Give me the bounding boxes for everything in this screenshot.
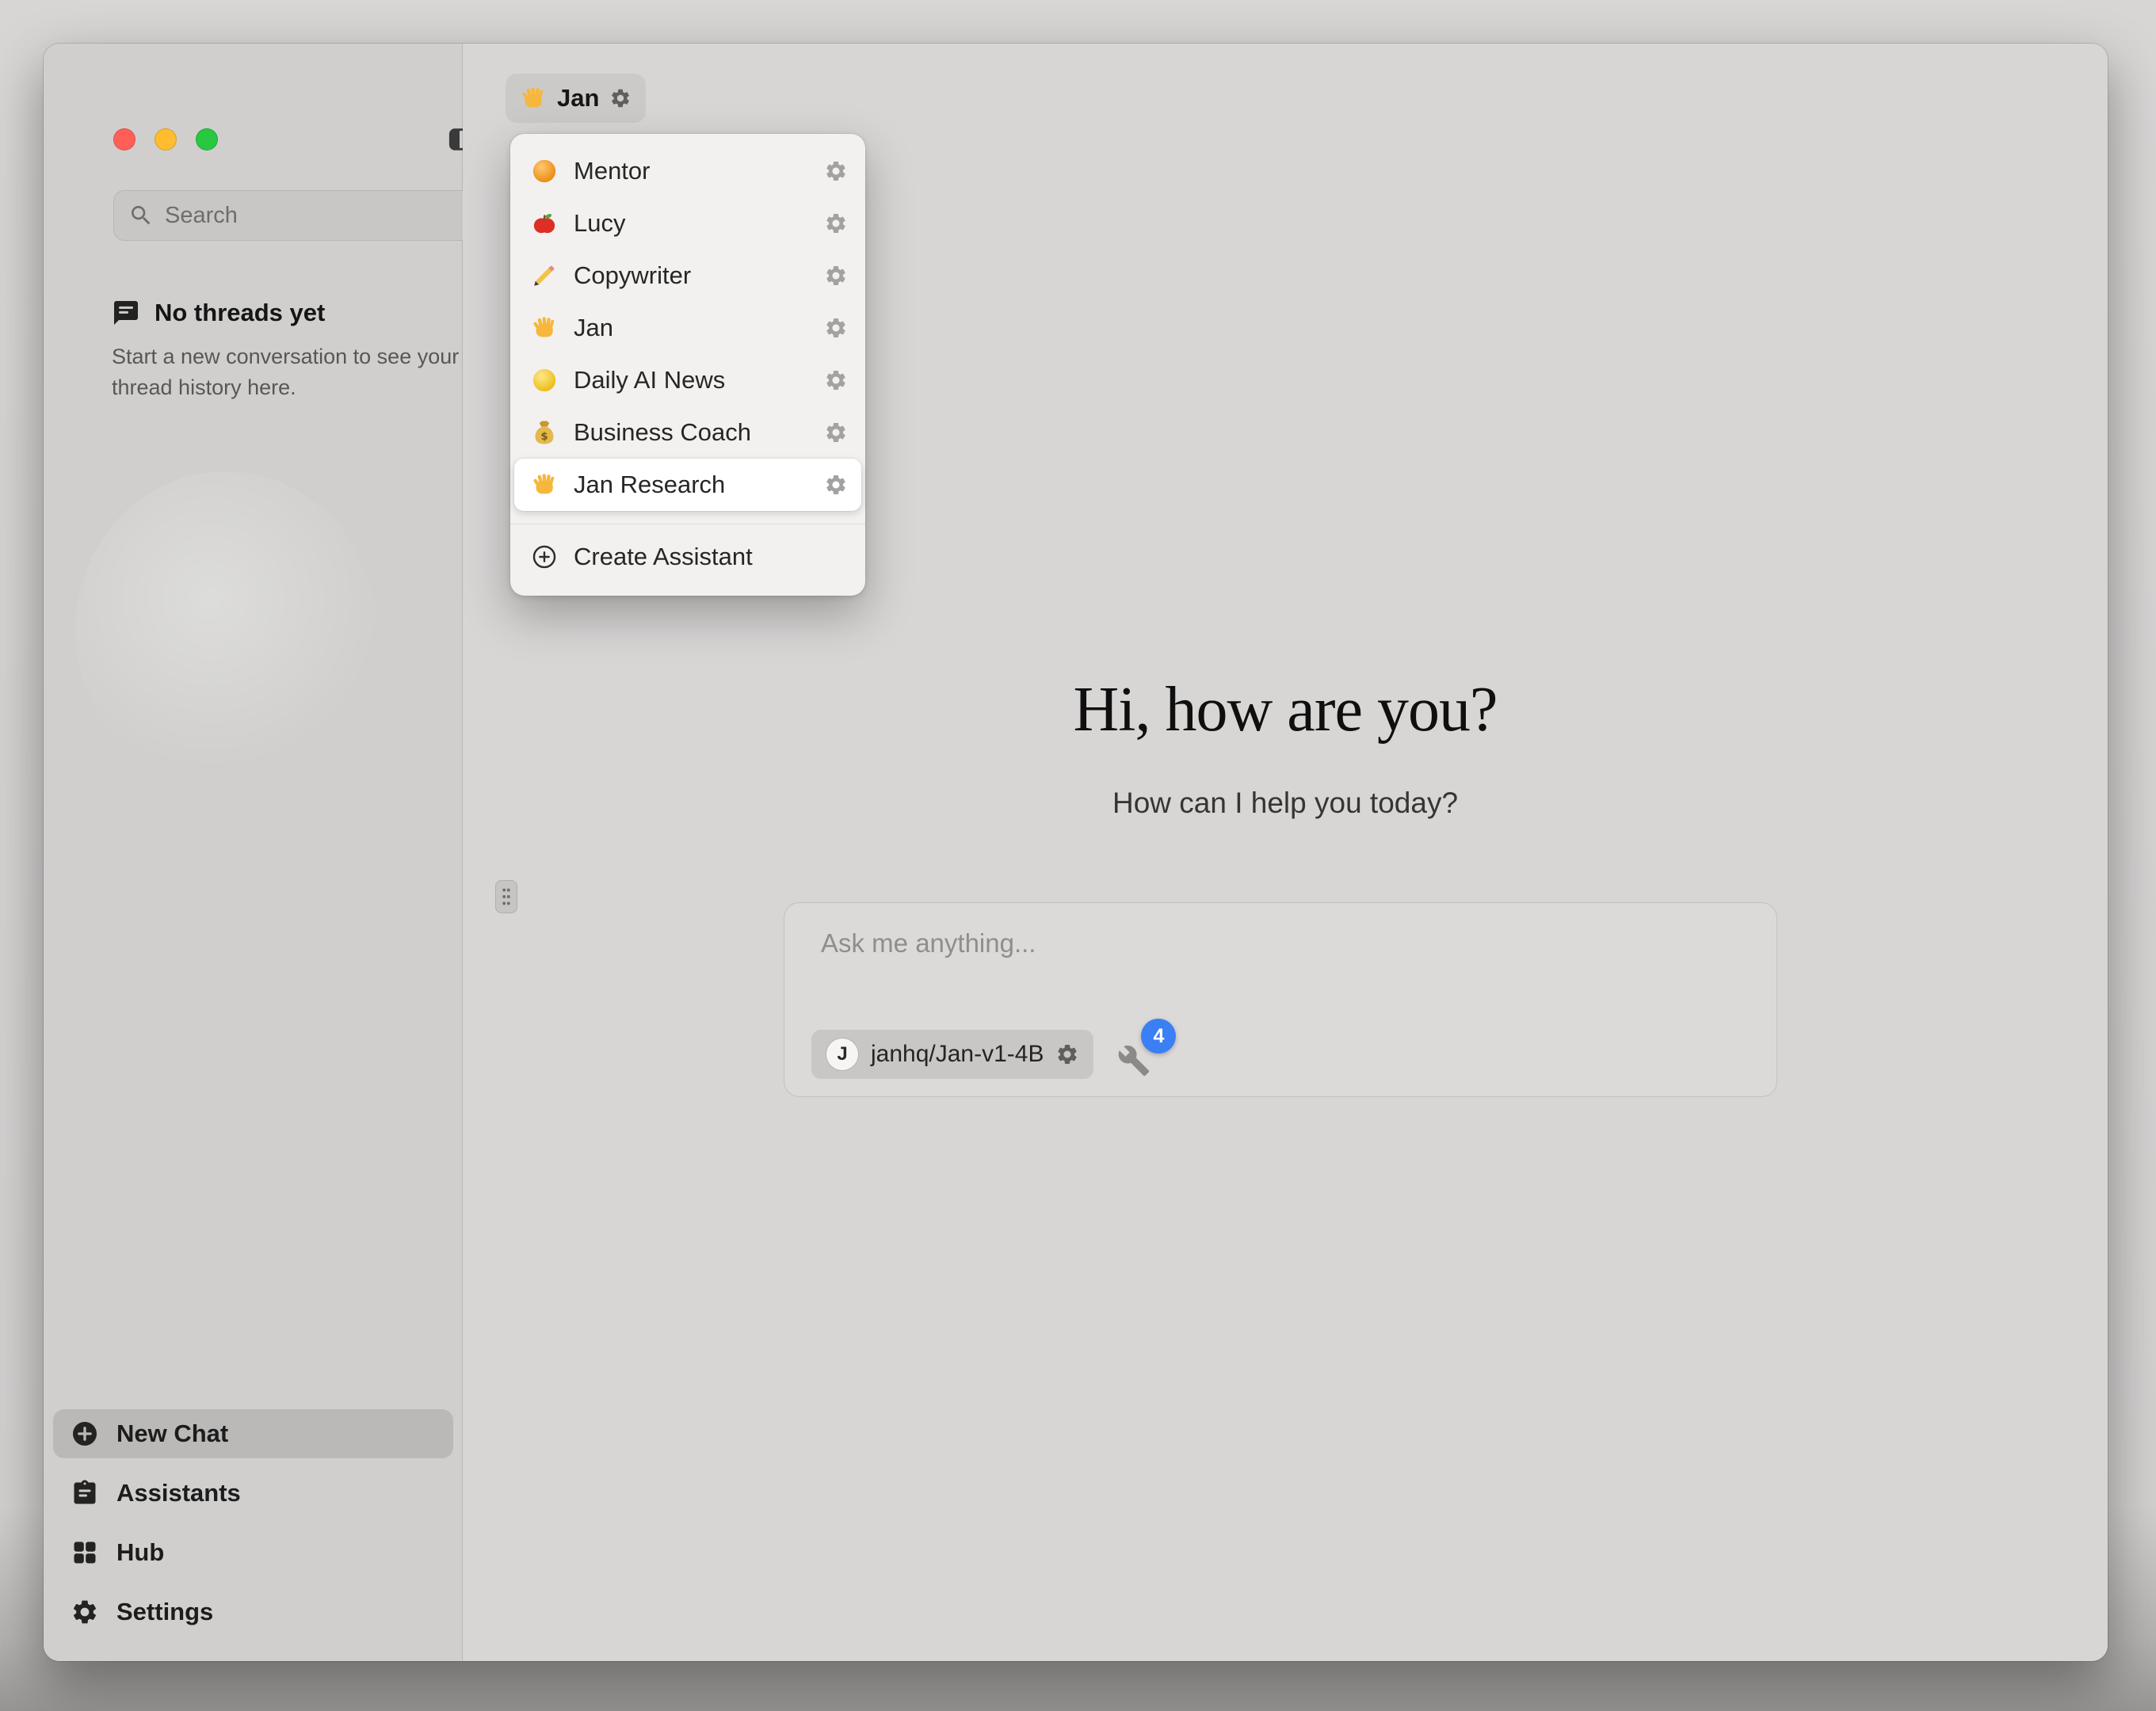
assistant-settings-icon[interactable] (824, 159, 848, 183)
assistant-menu-item-business-coach[interactable]: $ Business Coach (510, 406, 865, 459)
sidebar-resize-handle[interactable] (495, 880, 517, 913)
empty-state-description: Start a new conversation to see your thr… (112, 341, 468, 403)
model-avatar: J (826, 1038, 859, 1071)
assistant-menu-label: Mentor (574, 157, 808, 185)
yellow-circle-icon (531, 367, 558, 394)
wave-icon (520, 85, 547, 112)
assistant-menu-item-jan-research[interactable]: Jan Research (514, 459, 861, 511)
sidebar-item-assistants[interactable]: Assistants (53, 1469, 453, 1518)
minimize-button[interactable] (155, 128, 177, 151)
assistant-settings-icon[interactable] (824, 264, 848, 288)
money-bag-icon: $ (531, 419, 558, 446)
sidebar-item-settings[interactable]: Settings (53, 1587, 453, 1637)
greeting-title: Hi, how are you? (463, 674, 2108, 746)
nav-label: Settings (116, 1598, 213, 1626)
chat-input[interactable] (821, 928, 1740, 984)
tools-button[interactable]: 4 (1117, 1031, 1163, 1077)
assistant-settings-icon[interactable] (824, 473, 848, 497)
wrench-icon (1117, 1044, 1151, 1077)
create-assistant-label: Create Assistant (574, 543, 848, 571)
assistant-menu-item-copywriter[interactable]: Copywriter (510, 250, 865, 302)
assistant-settings-icon[interactable] (824, 368, 848, 392)
search-icon (128, 203, 154, 228)
assistant-menu-label: Copywriter (574, 261, 808, 290)
assistant-settings-icon[interactable] (824, 421, 848, 444)
create-assistant-button[interactable]: Create Assistant (510, 531, 865, 583)
sidebar: No threads yet Start a new conversation … (44, 44, 463, 1661)
grid-icon (71, 1538, 99, 1567)
assistant-menu-label: Daily AI News (574, 366, 808, 394)
pencil-icon (531, 262, 558, 289)
empty-state-title: No threads yet (155, 299, 325, 327)
assistant-menu-item-jan[interactable]: Jan (510, 302, 865, 354)
gear-icon (71, 1598, 99, 1626)
decorative-sheen (75, 471, 376, 788)
model-selector-button[interactable]: J janhq/Jan-v1-4B (811, 1030, 1093, 1079)
tools-count-badge: 4 (1141, 1019, 1176, 1054)
nav-label: Hub (116, 1538, 164, 1567)
sidebar-item-hub[interactable]: Hub (53, 1528, 453, 1577)
assistant-settings-icon[interactable] (824, 316, 848, 340)
chat-composer: J janhq/Jan-v1-4B 4 (784, 902, 1777, 1097)
zoom-button[interactable] (196, 128, 218, 151)
main-area: Jan Mentor Lucy (463, 44, 2108, 1661)
clipboard-icon (71, 1479, 99, 1507)
nav-label: New Chat (116, 1419, 228, 1448)
model-name: janhq/Jan-v1-4B (871, 1041, 1044, 1068)
greeting-subtitle: How can I help you today? (463, 787, 2108, 820)
search-field (113, 190, 479, 241)
assistant-settings-icon[interactable] (824, 211, 848, 235)
assistant-menu-label: Lucy (574, 209, 808, 238)
assistant-menu-label: Jan Research (574, 471, 808, 499)
gear-icon (609, 87, 632, 109)
wave-icon (531, 471, 558, 498)
assistant-selector-button[interactable]: Jan (506, 74, 646, 123)
close-button[interactable] (113, 128, 135, 151)
model-settings-icon[interactable] (1055, 1042, 1079, 1066)
grip-dots-icon (501, 886, 512, 907)
orange-circle-icon (531, 158, 558, 185)
assistant-menu-item-lucy[interactable]: Lucy (510, 197, 865, 250)
plus-circle-icon (71, 1419, 99, 1448)
assistant-menu-item-mentor[interactable]: Mentor (510, 145, 865, 197)
search-input[interactable] (165, 203, 464, 229)
threads-empty-state: No threads yet Start a new conversation … (112, 299, 468, 403)
assistant-menu: Mentor Lucy (510, 134, 865, 596)
assistant-menu-label: Business Coach (574, 418, 808, 447)
apple-icon (531, 210, 558, 237)
assistant-menu-label: Jan (574, 314, 808, 342)
wave-icon (531, 314, 558, 341)
sidebar-item-new-chat[interactable]: New Chat (53, 1409, 453, 1458)
plus-circle-outline-icon (531, 543, 558, 570)
assistant-selector-label: Jan (557, 84, 599, 112)
app-window: No threads yet Start a new conversation … (44, 44, 2108, 1661)
sidebar-nav: New Chat Assistants Hub (53, 1409, 453, 1637)
assistant-menu-item-daily-ai-news[interactable]: Daily AI News (510, 354, 865, 406)
svg-text:$: $ (540, 431, 548, 443)
nav-label: Assistants (116, 1479, 241, 1507)
chat-bubble-icon (112, 299, 140, 327)
window-controls (113, 128, 218, 151)
